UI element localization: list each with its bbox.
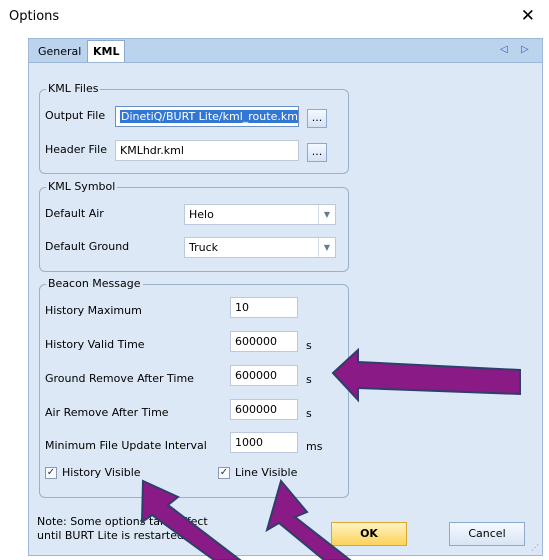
history-valid-time-unit: s xyxy=(306,339,312,352)
history-visible-checkbox[interactable]: ✓ xyxy=(45,467,57,479)
history-valid-time-input[interactable]: 600000 xyxy=(230,331,298,352)
window-title: Options xyxy=(9,9,60,24)
ground-remove-label: Ground Remove After Time xyxy=(45,372,194,385)
title-bar: Options ✕ xyxy=(0,0,549,34)
beacon-message-group: Beacon Message History Maximum 10 Histor… xyxy=(39,277,349,498)
default-air-dropdown[interactable]: Helo ▼ xyxy=(184,204,336,225)
cancel-button[interactable]: Cancel xyxy=(449,522,525,546)
chevron-down-icon[interactable]: ▼ xyxy=(318,238,335,257)
history-valid-time-label: History Valid Time xyxy=(45,338,145,351)
tab-strip: General KML ◁ ▷ xyxy=(28,38,543,64)
output-file-browse-button[interactable]: ... xyxy=(307,109,327,128)
min-update-interval-label: Minimum File Update Interval xyxy=(45,439,207,452)
header-file-browse-button[interactable]: ... xyxy=(307,143,327,162)
output-file-value: DinetiQ/BURT Lite/kml_route.kml xyxy=(120,110,298,123)
chevron-down-icon[interactable]: ▼ xyxy=(318,205,335,224)
kml-symbol-group: KML Symbol Default Air Helo ▼ Default Gr… xyxy=(39,180,349,272)
ground-remove-unit: s xyxy=(306,373,312,386)
air-remove-label: Air Remove After Time xyxy=(45,406,169,419)
history-maximum-label: History Maximum xyxy=(45,304,142,317)
header-file-label: Header File xyxy=(45,143,107,156)
tab-kml[interactable]: KML xyxy=(87,40,126,64)
air-remove-input[interactable]: 600000 xyxy=(230,399,298,420)
default-air-value: Helo xyxy=(189,208,214,221)
ok-button[interactable]: OK xyxy=(331,522,407,546)
tab-next-icon[interactable]: ▷ xyxy=(521,44,529,55)
min-update-interval-input[interactable]: 1000 xyxy=(230,432,298,453)
air-remove-unit: s xyxy=(306,407,312,420)
default-ground-label: Default Ground xyxy=(45,240,130,253)
restart-note-line2: until BURT Lite is restarted xyxy=(37,529,184,542)
kml-files-legend: KML Files xyxy=(46,82,101,95)
kml-files-group: KML Files Output File DinetiQ/BURT Lite/… xyxy=(39,82,349,174)
restart-note: Note: Some options take effect until BUR… xyxy=(37,515,208,543)
resize-grip-icon[interactable]: ⋰ xyxy=(531,543,539,552)
default-air-label: Default Air xyxy=(45,207,104,220)
line-visible-checkbox[interactable]: ✓ xyxy=(218,467,230,479)
restart-note-line1: Note: Some options take effect xyxy=(37,515,208,528)
default-ground-value: Truck xyxy=(189,241,219,254)
tab-general[interactable]: General xyxy=(33,42,86,63)
line-visible-label: Line Visible xyxy=(235,466,298,479)
default-ground-dropdown[interactable]: Truck ▼ xyxy=(184,237,336,258)
beacon-message-legend: Beacon Message xyxy=(46,277,143,290)
output-file-input[interactable]: DinetiQ/BURT Lite/kml_route.kml xyxy=(115,106,299,127)
kml-tab-panel: KML Files Output File DinetiQ/BURT Lite/… xyxy=(28,62,543,556)
tab-prev-icon[interactable]: ◁ xyxy=(500,44,508,55)
min-update-interval-unit: ms xyxy=(306,440,323,453)
history-visible-label: History Visible xyxy=(62,466,141,479)
output-file-label: Output File xyxy=(45,109,106,122)
close-icon[interactable]: ✕ xyxy=(521,6,535,26)
header-file-input[interactable]: KMLhdr.kml xyxy=(115,140,299,161)
history-maximum-input[interactable]: 10 xyxy=(230,297,298,318)
ground-remove-input[interactable]: 600000 xyxy=(230,365,298,386)
kml-symbol-legend: KML Symbol xyxy=(46,180,118,193)
